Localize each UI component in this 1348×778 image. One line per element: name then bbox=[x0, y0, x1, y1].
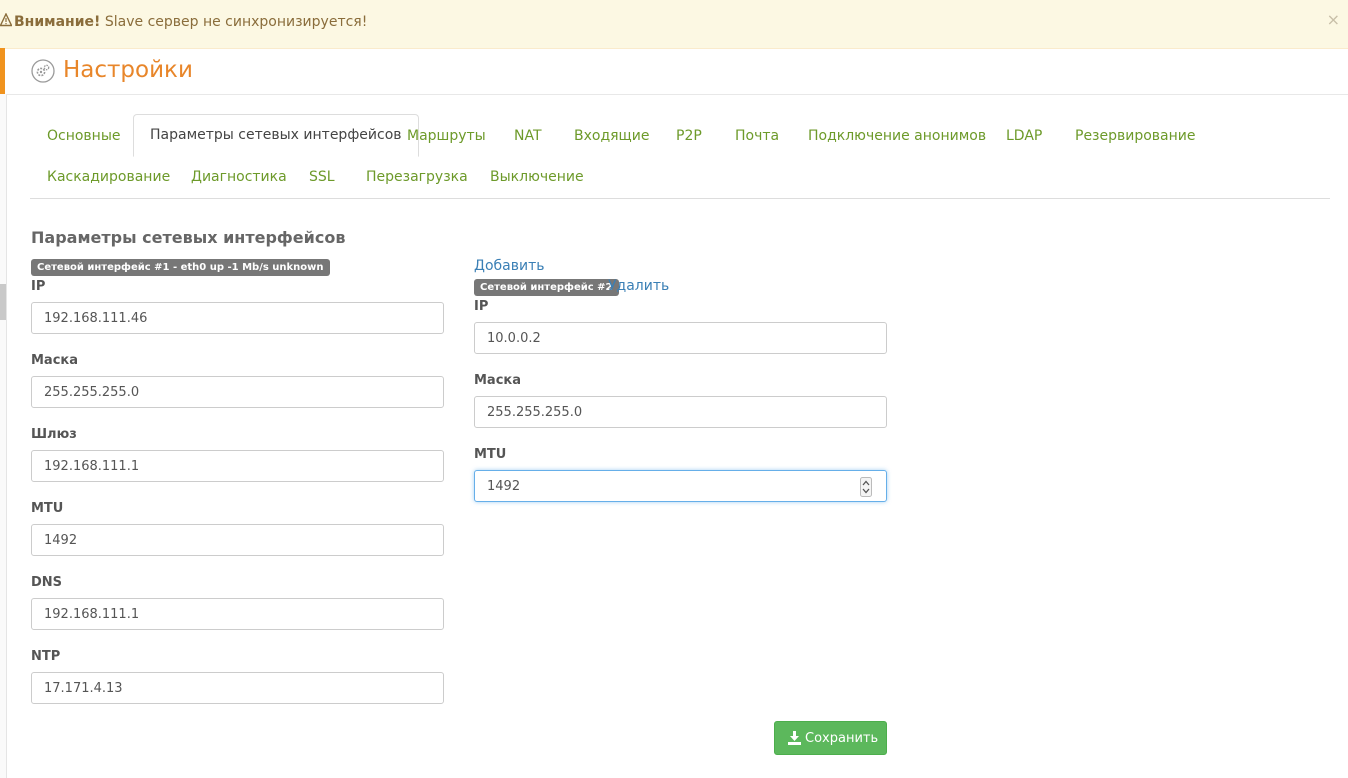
tab-reboot[interactable]: Перезагрузка bbox=[350, 156, 484, 196]
mtu-spinner-icon[interactable] bbox=[860, 477, 872, 497]
alert-strong: Внимание! bbox=[14, 14, 101, 30]
iface1-mtu-label: MTU bbox=[31, 501, 64, 516]
iface1-gateway-label: Шлюз bbox=[31, 427, 77, 442]
iface2-mask-label: Маска bbox=[474, 373, 522, 388]
iface1-ip-input[interactable] bbox=[31, 302, 444, 334]
sidebar-toggle-handle[interactable] bbox=[0, 284, 6, 320]
iface2-mtu-input[interactable] bbox=[474, 470, 887, 502]
close-alert-button[interactable]: × bbox=[1327, 10, 1340, 29]
download-icon bbox=[788, 731, 801, 745]
iface1-gateway-input[interactable] bbox=[31, 450, 444, 482]
iface1-mask-label: Маска bbox=[31, 353, 79, 368]
interface-2-badge: Сетевой интерфейс #2 bbox=[474, 279, 619, 296]
iface1-dns-input[interactable] bbox=[31, 598, 444, 630]
save-button-label: Сохранить bbox=[805, 731, 879, 746]
tab-cascading[interactable]: Каскадирование bbox=[31, 156, 186, 196]
page-title: Настройки bbox=[63, 57, 193, 83]
iface1-ntp-input[interactable] bbox=[31, 672, 444, 704]
iface2-ip-input[interactable] bbox=[474, 322, 887, 354]
alert-text: Внимание! Slave сервер не синхронизирует… bbox=[14, 14, 367, 30]
iface2-ip-label: IP bbox=[474, 299, 489, 314]
add-interface-link[interactable]: Добавить bbox=[474, 258, 544, 274]
tab-diagnostics[interactable]: Диагностика bbox=[175, 156, 303, 196]
sync-warning-alert: Внимание! Slave сервер не синхронизирует… bbox=[0, 0, 1348, 49]
sidebar-edge bbox=[0, 94, 7, 778]
settings-tabs: Основные Параметры сетевых интерфейсов М… bbox=[30, 114, 1330, 199]
tab-incoming[interactable]: Входящие bbox=[558, 115, 665, 155]
alert-message: Slave сервер не синхронизируется! bbox=[104, 14, 368, 30]
iface1-ntp-label: NTP bbox=[31, 649, 61, 664]
tab-p2p[interactable]: P2P bbox=[660, 115, 718, 155]
interface-1-badge: Сетевой интерфейс #1 - eth0 up -1 Mb/s u… bbox=[31, 259, 330, 276]
tab-general[interactable]: Основные bbox=[31, 115, 137, 155]
iface1-dns-label: DNS bbox=[31, 575, 63, 590]
tab-nat[interactable]: NAT bbox=[498, 115, 558, 155]
iface2-mask-input[interactable] bbox=[474, 396, 887, 428]
save-button[interactable]: Сохранить bbox=[774, 721, 887, 755]
warning-icon bbox=[0, 13, 12, 27]
tab-backup[interactable]: Резервирование bbox=[1059, 115, 1212, 155]
tab-anonymous-connections[interactable]: Подключение анонимов bbox=[792, 115, 1002, 155]
iface2-mtu-label: MTU bbox=[474, 447, 507, 462]
tab-ssl[interactable]: SSL bbox=[293, 156, 351, 196]
iface1-mask-input[interactable] bbox=[31, 376, 444, 408]
delete-interface-link[interactable]: Удалить bbox=[608, 278, 669, 294]
iface1-ip-label: IP bbox=[31, 279, 46, 294]
iface1-mtu-input[interactable] bbox=[31, 524, 444, 556]
tab-mail[interactable]: Почта bbox=[719, 115, 795, 155]
page-header: Настройки bbox=[6, 48, 1348, 95]
tab-ldap[interactable]: LDAP bbox=[990, 115, 1058, 155]
left-accent-bar bbox=[0, 48, 5, 94]
tab-routes[interactable]: Маршруты bbox=[391, 115, 502, 155]
section-title: Параметры сетевых интерфейсов bbox=[31, 228, 346, 247]
settings-gear-icon bbox=[31, 59, 55, 83]
tab-network-interfaces[interactable]: Параметры сетевых интерфейсов bbox=[133, 114, 419, 157]
tab-shutdown[interactable]: Выключение bbox=[474, 156, 600, 196]
